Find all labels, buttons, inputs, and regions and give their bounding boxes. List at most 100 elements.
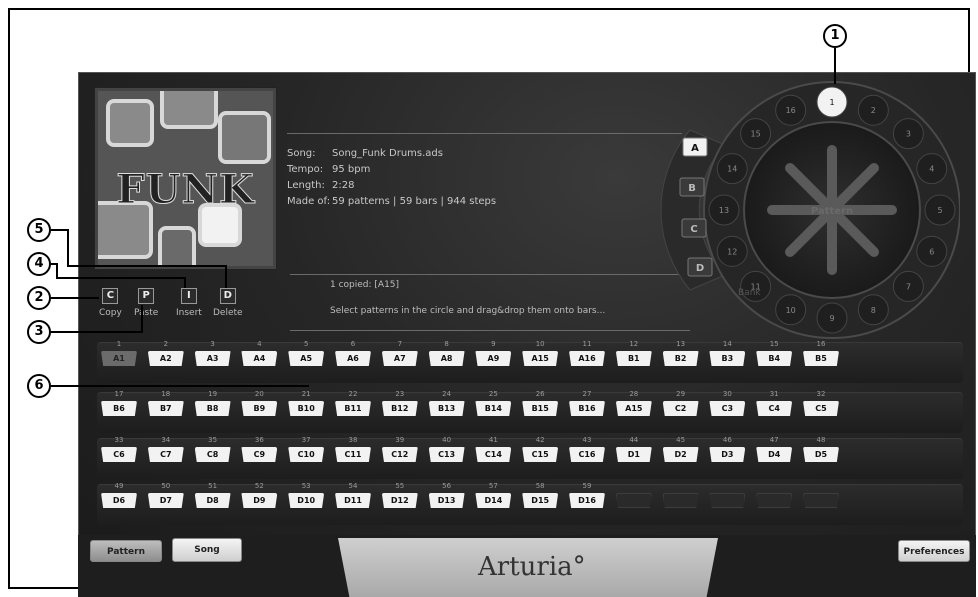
bar-slot[interactable]: 59 D16 [568,482,606,508]
bar-pattern-pad[interactable]: C12 [381,447,418,462]
bar-pattern-pad[interactable]: D15 [522,493,559,508]
bar-pattern-pad[interactable]: B11 [335,401,371,416]
bar-pattern-pad[interactable]: C13 [428,447,465,462]
bar-pattern-pad[interactable]: C11 [335,447,371,462]
bar-slot[interactable]: 5 A5 [287,340,325,366]
bar-slot[interactable]: 32 C5 [802,390,840,416]
bar-slot[interactable]: 52 D9 [240,482,278,508]
bar-pattern-pad[interactable]: C2 [662,401,699,416]
bar-slot[interactable]: 40 C13 [428,436,466,462]
bar-slot[interactable]: 25 B14 [474,390,512,416]
bar-slot[interactable]: 6 A6 [334,340,372,366]
bar-slot[interactable]: 42 C15 [521,436,559,462]
bar-slot[interactable]: 53 D10 [287,482,325,508]
bar-slot[interactable]: 55 D12 [381,482,419,508]
bar-slot[interactable]: 24 B13 [428,390,466,416]
bar-slot[interactable] [615,482,653,508]
paste-key[interactable]: P [138,288,155,304]
insert-button[interactable]: I Insert [176,288,202,318]
bar-pattern-pad[interactable]: A5 [288,351,325,366]
bar-slot[interactable]: 10 A15 [521,340,559,366]
bar-pattern-pad[interactable]: C5 [803,401,839,416]
bar-slot[interactable]: 18 B7 [147,390,185,416]
bar-slot[interactable]: 31 C4 [755,390,793,416]
bar-pattern-pad[interactable]: B4 [756,351,793,366]
bar-slot[interactable] [802,482,840,508]
bar-pattern-pad[interactable] [662,493,699,508]
bar-slot[interactable]: 4 A4 [240,340,278,366]
bar-pattern-pad[interactable]: A1 [101,351,137,366]
bar-slot[interactable]: 39 C12 [381,436,419,462]
bar-pattern-pad[interactable]: B16 [569,401,605,416]
bar-slot[interactable]: 49 D6 [100,482,138,508]
bar-pattern-pad[interactable]: A2 [147,351,184,366]
bar-slot[interactable]: 51 D8 [194,482,232,508]
bar-slot[interactable]: 16 B5 [802,340,840,366]
bar-pattern-pad[interactable]: B14 [475,401,512,416]
bar-slot[interactable]: 35 C8 [194,436,232,462]
delete-key[interactable]: D [219,288,236,304]
bar-pattern-pad[interactable]: B12 [381,401,418,416]
bar-pattern-pad[interactable]: B9 [241,401,278,416]
bar-pattern-pad[interactable]: C14 [475,447,512,462]
bar-pattern-pad[interactable]: A6 [335,351,371,366]
bar-pattern-pad[interactable]: C7 [147,447,184,462]
copy-button[interactable]: C Copy [99,288,122,318]
bar-pattern-pad[interactable]: A15 [522,351,559,366]
bar-pattern-pad[interactable]: A4 [241,351,278,366]
bar-pattern-pad[interactable]: D4 [756,447,793,462]
bar-slot[interactable]: 33 C6 [100,436,138,462]
bar-slot[interactable]: 46 D3 [708,436,746,462]
bar-slot[interactable]: 28 A15 [615,390,653,416]
bar-slot[interactable]: 14 B3 [708,340,746,366]
preferences-button[interactable]: Preferences [898,540,970,562]
bar-slot[interactable]: 48 D5 [802,436,840,462]
pattern-tab-button[interactable]: Pattern [90,540,162,562]
bar-slot[interactable]: 1 A1 [100,340,138,366]
bar-slot[interactable]: 26 B15 [521,390,559,416]
bar-pattern-pad[interactable]: A8 [428,351,465,366]
bar-slot[interactable]: 29 C2 [662,390,700,416]
bar-pattern-pad[interactable]: B13 [428,401,465,416]
bar-slot[interactable]: 56 D13 [428,482,466,508]
bar-slot[interactable]: 2 A2 [147,340,185,366]
bar-pattern-pad[interactable]: D11 [335,493,371,508]
bar-slot[interactable]: 36 C9 [240,436,278,462]
bar-pattern-pad[interactable]: B6 [101,401,137,416]
bar-slot[interactable]: 37 C10 [287,436,325,462]
bar-pattern-pad[interactable]: D3 [709,447,746,462]
bar-slot[interactable]: 11 A16 [568,340,606,366]
bar-pattern-pad[interactable]: B2 [662,351,699,366]
bar-pattern-pad[interactable]: A16 [569,351,605,366]
bar-slot[interactable]: 20 B9 [240,390,278,416]
bar-pattern-pad[interactable]: C15 [522,447,559,462]
bar-pattern-pad[interactable]: A7 [381,351,418,366]
insert-key[interactable]: I [180,288,197,304]
bar-slot[interactable]: 27 B16 [568,390,606,416]
bar-pattern-pad[interactable]: C9 [241,447,278,462]
bar-pattern-pad[interactable] [756,493,793,508]
bar-pattern-pad[interactable]: C4 [756,401,793,416]
bar-slot[interactable] [708,482,746,508]
bar-pattern-pad[interactable]: D6 [101,493,137,508]
bar-slot[interactable]: 21 B10 [287,390,325,416]
bar-pattern-pad[interactable]: C16 [569,447,605,462]
bar-pattern-pad[interactable]: A15 [615,401,652,416]
bar-pattern-pad[interactable]: B8 [194,401,231,416]
bar-pattern-pad[interactable]: C10 [288,447,325,462]
bar-pattern-pad[interactable]: D8 [194,493,231,508]
bar-slot[interactable]: 12 B1 [615,340,653,366]
bar-slot[interactable]: 7 A7 [381,340,419,366]
bar-pattern-pad[interactable]: D14 [475,493,512,508]
bar-slot[interactable]: 57 D14 [474,482,512,508]
bar-slot[interactable]: 34 C7 [147,436,185,462]
bar-pattern-pad[interactable]: D10 [288,493,325,508]
bar-slot[interactable]: 3 A3 [194,340,232,366]
bar-slot[interactable]: 8 A8 [428,340,466,366]
bar-pattern-pad[interactable]: D16 [569,493,605,508]
bar-pattern-pad[interactable] [615,493,652,508]
bar-pattern-pad[interactable]: D5 [803,447,839,462]
bar-slot[interactable]: 50 D7 [147,482,185,508]
bar-pattern-pad[interactable]: C8 [194,447,231,462]
bar-pattern-pad[interactable]: B5 [803,351,839,366]
